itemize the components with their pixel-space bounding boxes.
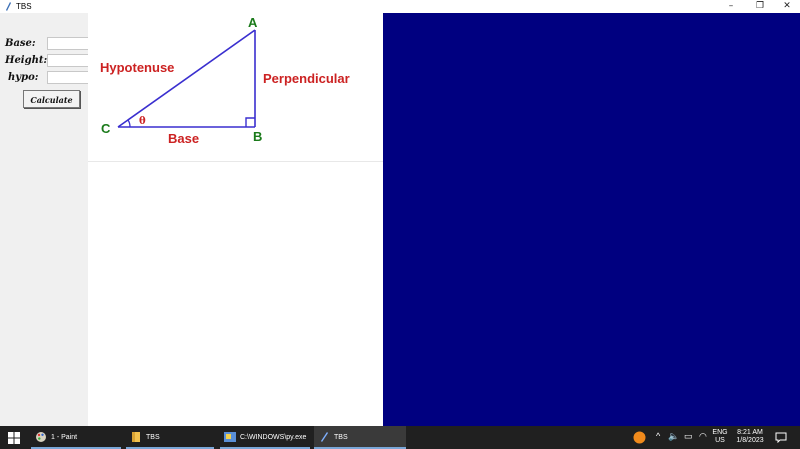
hypotenuse-line	[117, 29, 256, 128]
angle-arc	[127, 119, 131, 128]
taskbar-item-label: 1 - Paint	[51, 434, 78, 441]
hypotenuse-label: Hypotenuse	[100, 60, 174, 75]
chevron-up-icon[interactable]: ^	[656, 431, 660, 441]
clock[interactable]: 8:21 AM 1/8/2023	[733, 429, 767, 445]
hypo-input[interactable]	[47, 71, 89, 84]
battery-icon[interactable]: ▭	[684, 431, 693, 442]
wifi-icon[interactable]: ◠	[699, 431, 707, 442]
clock-date: 1/8/2023	[736, 437, 764, 444]
base-label-diagram: Base	[168, 131, 199, 146]
taskbar: 1 - Paint TBS C:\WINDOWS\py.exe TBS ^ 🔈 …	[0, 426, 800, 449]
base-label: Base:	[5, 38, 36, 49]
taskbar-item-tbs-active[interactable]: TBS	[314, 426, 406, 449]
restore-button[interactable]: ❐	[745, 0, 775, 13]
taskbar-item-label: TBS	[146, 434, 160, 441]
triangle-diagram: A B C Hypotenuse Perpendicular Base θ	[88, 15, 383, 162]
drawing-canvas[interactable]	[383, 13, 800, 426]
vertex-c-label: C	[101, 121, 111, 136]
python-feather-icon	[6, 2, 11, 11]
orange-status-icon[interactable]	[633, 431, 646, 444]
hypo-label: hypo:	[8, 72, 39, 83]
base-input[interactable]	[47, 37, 89, 50]
height-input[interactable]	[47, 54, 89, 67]
vertex-b-label: B	[253, 129, 262, 144]
language-indicator[interactable]: ENG US	[710, 429, 730, 445]
minimize-button[interactable]: –	[716, 0, 746, 13]
clock-time: 8:21 AM	[737, 429, 763, 436]
folder-icon	[132, 432, 140, 442]
taskbar-item-label: C:\WINDOWS\py.exe	[240, 434, 307, 441]
language-code: ENG	[712, 429, 728, 436]
python-console-icon	[224, 432, 236, 442]
center-area: A B C Hypotenuse Perpendicular Base θ	[88, 13, 383, 426]
calculate-button[interactable]: Calculate	[23, 90, 80, 108]
python-feather-icon	[321, 432, 328, 442]
title-bar: TBS – ❐ ✕	[0, 0, 800, 13]
input-panel: Base: Height: hypo: Calculate	[0, 13, 89, 426]
taskbar-item-paint[interactable]: 1 - Paint	[31, 426, 121, 449]
close-button[interactable]: ✕	[772, 0, 800, 13]
paint-icon	[36, 432, 46, 442]
right-angle-marker	[245, 117, 255, 127]
height-label: Height:	[5, 55, 48, 66]
taskbar-item-folder[interactable]: TBS	[126, 426, 214, 449]
keyboard-region: US	[715, 437, 725, 444]
vertex-a-label: A	[248, 15, 258, 30]
notification-icon[interactable]	[775, 432, 787, 443]
window-title: TBS	[16, 2, 32, 11]
speaker-muted-icon[interactable]: 🔈	[668, 431, 679, 442]
taskbar-item-label: TBS	[334, 434, 348, 441]
taskbar-item-py-console[interactable]: C:\WINDOWS\py.exe	[220, 426, 310, 449]
windows-start-icon[interactable]	[8, 432, 20, 444]
perpendicular-label: Perpendicular	[263, 71, 350, 86]
theta-label: θ	[139, 116, 146, 127]
